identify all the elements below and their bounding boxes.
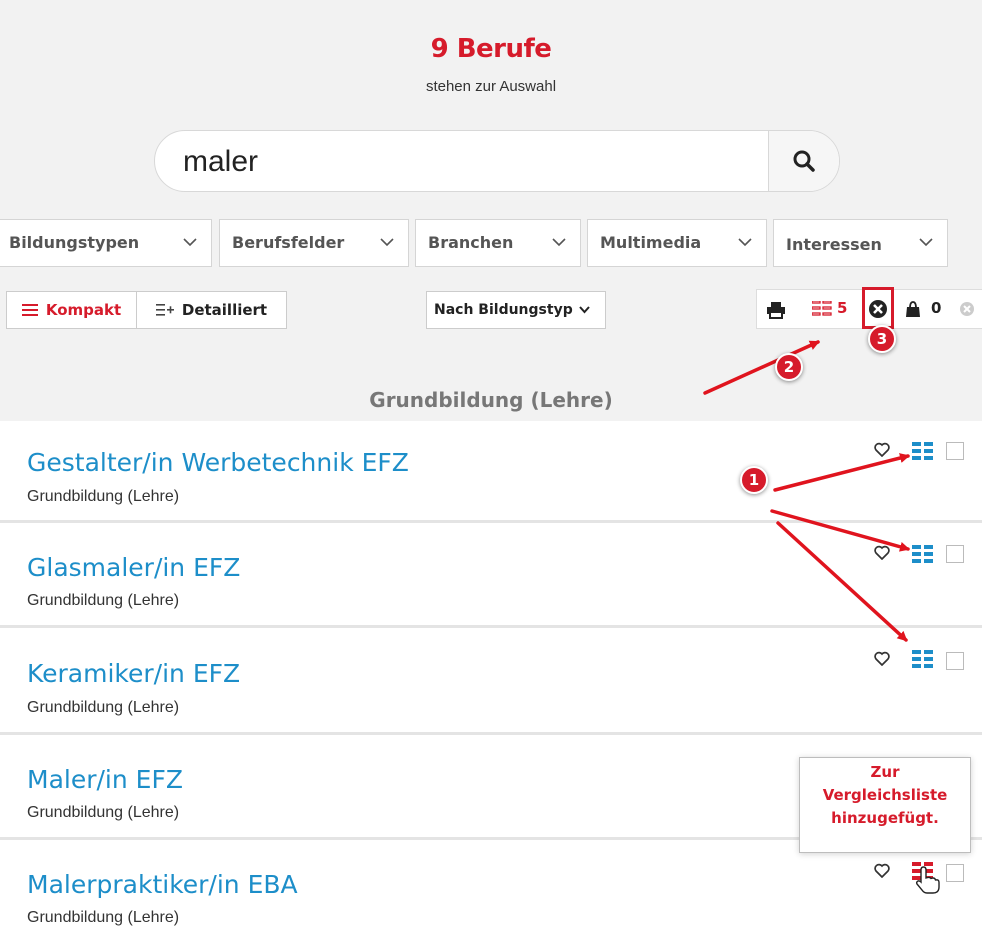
result-row: Keramiker/in EFZ Grundbildung (Lehre) <box>0 628 982 735</box>
chevron-down-icon <box>578 306 590 314</box>
print-icon[interactable] <box>766 301 786 319</box>
sort-select[interactable]: Nach Bildungstyp <box>426 291 606 329</box>
view-detailed-label: Detailliert <box>181 301 268 319</box>
result-type: Grundbildung (Lehre) <box>27 699 180 716</box>
select-checkbox[interactable] <box>946 442 964 460</box>
tooltip-line: Zur <box>870 763 900 781</box>
bag-icon[interactable] <box>905 301 921 318</box>
view-detailed-button[interactable]: Detailliert <box>136 291 287 329</box>
list-plus-icon <box>155 304 174 316</box>
search-button[interactable] <box>768 131 839 191</box>
annotation-badge-1: 1 <box>740 466 768 494</box>
filter-label: Interessen <box>786 235 882 254</box>
result-type: Grundbildung (Lehre) <box>27 909 180 926</box>
chevron-down-icon <box>919 238 933 247</box>
heart-icon[interactable] <box>874 442 890 457</box>
chevron-down-icon <box>183 238 197 247</box>
view-compact-label: Kompakt <box>45 301 122 319</box>
result-row: Glasmaler/in EFZ Grundbildung (Lehre) <box>0 523 982 628</box>
highlight-frame <box>862 287 894 329</box>
tooltip-line: hinzugefügt. <box>831 809 939 827</box>
compare-icon[interactable] <box>912 650 934 668</box>
filter-label: Multimedia <box>600 233 702 252</box>
result-type: Grundbildung (Lehre) <box>27 804 180 821</box>
result-row: Gestalter/in Werbetechnik EFZ Grundbildu… <box>0 421 982 523</box>
result-title-link[interactable]: Maler/in EFZ <box>27 765 183 794</box>
tooltip-line: Vergleichsliste <box>822 786 948 804</box>
select-checkbox[interactable] <box>946 864 964 882</box>
result-count-title: 9 Berufe <box>430 34 552 64</box>
search-box <box>154 130 840 192</box>
chevron-down-icon <box>552 238 566 247</box>
search-input[interactable] <box>181 139 765 185</box>
select-checkbox[interactable] <box>946 652 964 670</box>
heart-icon[interactable] <box>874 651 890 666</box>
list-icon <box>21 304 38 316</box>
sort-select-label: Nach Bildungstyp <box>434 302 573 318</box>
annotation-badge-2: 2 <box>775 353 803 381</box>
clear-bag-icon[interactable] <box>959 301 975 317</box>
filter-branchen[interactable]: Branchen <box>415 219 581 267</box>
select-checkbox[interactable] <box>946 545 964 563</box>
compare-count: 5 <box>837 299 848 317</box>
compare-icon[interactable] <box>912 442 934 460</box>
compare-list-icon[interactable] <box>812 301 832 319</box>
bag-count: 0 <box>931 299 942 317</box>
heart-icon[interactable] <box>874 863 890 878</box>
result-type: Grundbildung (Lehre) <box>27 592 180 609</box>
search-icon <box>793 150 815 172</box>
chevron-down-icon <box>380 238 394 247</box>
result-row: Malerpraktiker/in EBA Grundbildung (Lehr… <box>0 840 982 941</box>
chevron-down-icon <box>738 238 752 247</box>
filter-multimedia[interactable]: Multimedia <box>587 219 767 267</box>
compare-icon[interactable] <box>912 545 934 563</box>
result-type: Grundbildung (Lehre) <box>27 488 180 505</box>
annotation-badge-3: 3 <box>868 325 896 353</box>
result-title-link[interactable]: Glasmaler/in EFZ <box>27 553 240 582</box>
result-title-link[interactable]: Keramiker/in EFZ <box>27 659 240 688</box>
hand-cursor-icon <box>915 866 940 894</box>
filter-label: Branchen <box>428 233 514 252</box>
filter-label: Berufsfelder <box>232 233 345 252</box>
filter-bildungstypen[interactable]: Bildungstypen <box>0 219 212 267</box>
section-heading: Grundbildung (Lehre) <box>369 388 613 412</box>
filter-label: Bildungstypen <box>9 233 140 252</box>
result-title-link[interactable]: Gestalter/in Werbetechnik EFZ <box>27 448 409 477</box>
view-compact-button[interactable]: Kompakt <box>6 291 137 329</box>
filter-interessen[interactable]: Interessen <box>773 219 948 267</box>
filter-berufsfelder[interactable]: Berufsfelder <box>219 219 409 267</box>
result-count-subtitle: stehen zur Auswahl <box>425 78 557 95</box>
heart-icon[interactable] <box>874 545 890 560</box>
added-to-compare-tooltip: Zur Vergleichsliste hinzugefügt. <box>799 757 971 853</box>
result-title-link[interactable]: Malerpraktiker/in EBA <box>27 870 298 899</box>
